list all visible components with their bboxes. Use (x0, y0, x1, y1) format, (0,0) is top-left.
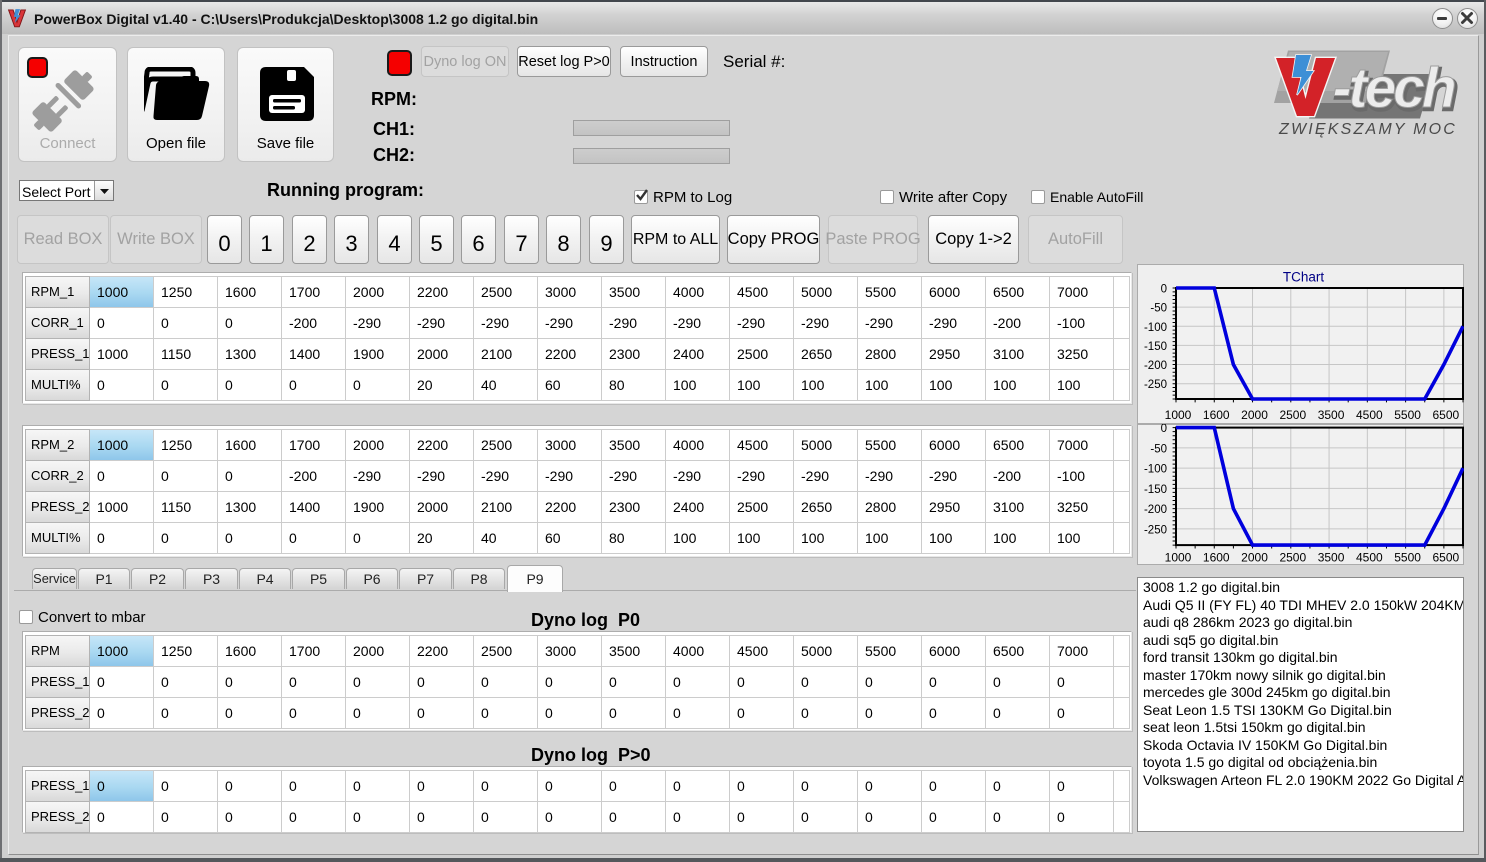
svg-text:6500: 6500 (1433, 408, 1460, 422)
svg-text:1000: 1000 (1165, 551, 1192, 565)
svg-text:1600: 1600 (1203, 408, 1230, 422)
svg-text:3500: 3500 (1318, 551, 1345, 565)
svg-text:2000: 2000 (1241, 408, 1268, 422)
svg-text:2500: 2500 (1279, 551, 1306, 565)
svg-text:5500: 5500 (1394, 551, 1421, 565)
svg-text:TChart: TChart (1283, 270, 1325, 285)
svg-text:0: 0 (1161, 284, 1167, 296)
svg-text:-tech: -tech (1333, 56, 1455, 120)
svg-text:3500: 3500 (1318, 408, 1345, 422)
svg-text:2000: 2000 (1241, 551, 1268, 565)
svg-text:4500: 4500 (1356, 551, 1383, 565)
svg-text:-50: -50 (1150, 443, 1167, 455)
svg-text:2500: 2500 (1279, 408, 1306, 422)
svg-text:4500: 4500 (1356, 408, 1383, 422)
svg-text:1000: 1000 (1165, 408, 1192, 422)
svg-text:-200: -200 (1144, 504, 1167, 516)
svg-text:-100: -100 (1144, 464, 1167, 476)
svg-text:-250: -250 (1144, 379, 1167, 391)
svg-text:6500: 6500 (1433, 551, 1460, 565)
svg-text:0: 0 (1161, 424, 1167, 435)
svg-text:1600: 1600 (1203, 551, 1230, 565)
svg-text:-250: -250 (1144, 524, 1167, 536)
svg-text:-100: -100 (1144, 322, 1167, 334)
svg-text:5500: 5500 (1394, 408, 1421, 422)
svg-text:-50: -50 (1150, 303, 1167, 315)
svg-text:-150: -150 (1144, 341, 1167, 353)
svg-text:-150: -150 (1144, 484, 1167, 496)
svg-text:-200: -200 (1144, 360, 1167, 372)
